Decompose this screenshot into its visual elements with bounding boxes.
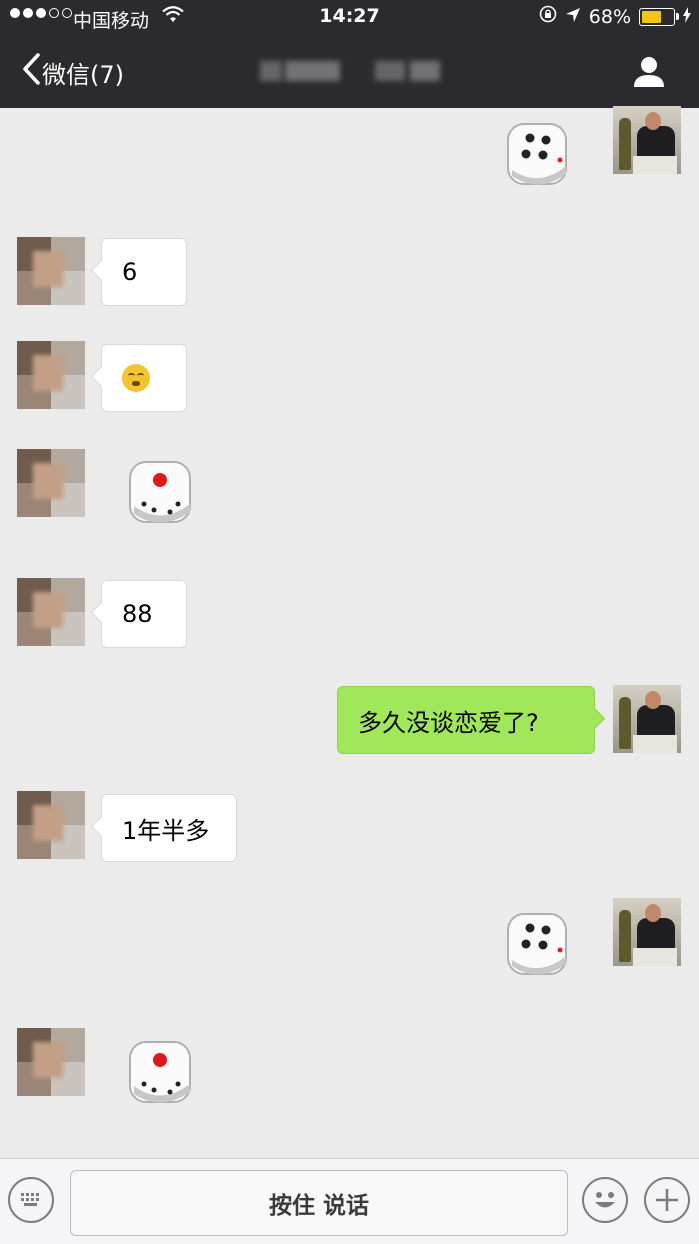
message-bubble-outgoing[interactable]: 多久没谈恋爱了?	[337, 686, 595, 754]
rotation-lock-icon	[539, 5, 557, 28]
back-button[interactable]: 微信(7)	[20, 52, 124, 92]
keyboard-toggle-button[interactable]	[8, 1177, 54, 1223]
status-right: 68%	[539, 5, 691, 28]
message-bubble-incoming[interactable]: 1年半多	[101, 794, 237, 862]
hold-to-talk-button[interactable]: 按住 说话	[70, 1170, 568, 1236]
smiling-face-emoji-icon	[122, 364, 150, 392]
person-icon	[631, 57, 667, 93]
back-label: 微信(7)	[42, 60, 124, 89]
battery-percent: 68%	[588, 5, 631, 28]
location-arrow-icon	[565, 6, 581, 28]
self-avatar[interactable]	[613, 106, 681, 174]
message-bubble-incoming[interactable]: 88	[101, 580, 187, 648]
charging-bolt-icon	[683, 6, 691, 28]
battery-icon	[639, 7, 679, 26]
contact-avatar[interactable]	[17, 1028, 85, 1096]
contact-avatar[interactable]	[17, 449, 85, 517]
emoji-button[interactable]	[582, 1177, 628, 1223]
message-bubble-incoming[interactable]	[101, 344, 187, 412]
dice-four-icon[interactable]	[502, 118, 576, 192]
dice-one-icon[interactable]	[124, 456, 198, 530]
contact-avatar[interactable]	[17, 237, 85, 305]
chat-info-button[interactable]	[631, 55, 667, 89]
contact-avatar[interactable]	[17, 341, 85, 409]
self-avatar[interactable]	[613, 685, 681, 753]
top-bar: 中国移动 14:27 68% 微信(7)	[0, 0, 699, 108]
status-bar: 中国移动 14:27 68%	[0, 0, 699, 36]
more-options-button[interactable]	[644, 1177, 690, 1223]
message-text: 6	[122, 258, 138, 286]
self-avatar[interactable]	[613, 898, 681, 966]
contact-avatar[interactable]	[17, 791, 85, 859]
chevron-left-icon	[20, 52, 42, 92]
message-bubble-incoming[interactable]: 6	[101, 238, 187, 306]
message-text: 多久没谈恋爱了?	[358, 708, 539, 737]
contact-avatar[interactable]	[17, 578, 85, 646]
chat-title-blurred	[255, 57, 445, 85]
message-text: 88	[122, 600, 153, 628]
dice-one-icon[interactable]	[124, 1036, 198, 1110]
message-text: 1年半多	[122, 816, 210, 845]
input-bar: 按住 说话	[0, 1158, 699, 1244]
hold-to-talk-label: 按住 说话	[268, 1193, 369, 1219]
dice-four-icon[interactable]	[502, 908, 576, 982]
